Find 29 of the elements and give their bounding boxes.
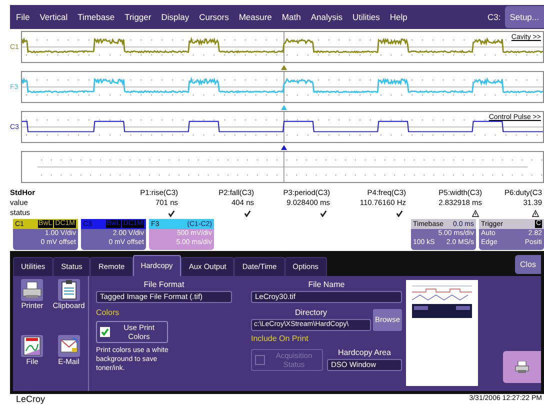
brand-text: LeCroy [16,394,46,404]
print-button[interactable] [503,351,541,383]
field-label: File Format [142,279,186,291]
section-heading: Colors [96,307,120,319]
image-file-icon [23,336,42,356]
channel-label: C3: [487,10,501,24]
close-button[interactable]: Clos [514,255,541,274]
menu-item[interactable]: Utilities [352,10,380,24]
field-label: Directory [294,307,328,319]
menu-item[interactable]: Trigger [124,10,152,24]
email-icon [58,336,79,354]
menu-item[interactable]: Timebase [78,10,115,24]
menu-item[interactable]: Display [161,10,190,24]
field-label: Hardcopy Area [337,347,392,359]
menu-item[interactable]: Help [390,10,408,24]
field-label: File Name [307,279,346,291]
menu-item[interactable]: File [16,10,30,24]
menu-item[interactable]: Cursors [199,10,229,24]
menu-item[interactable]: Vertical [40,10,68,24]
setup-button[interactable]: Setup... [504,6,544,28]
menu-item[interactable]: Math [282,10,301,24]
checkbox[interactable] [100,327,110,337]
menu-item[interactable]: Measure [238,10,272,24]
section-heading: Include On Print [251,333,310,345]
printer-icon [22,281,42,299]
checkmark-icon [101,328,109,336]
clipboard-icon [60,280,77,300]
printer-icon [515,361,529,373]
menu-item[interactable]: Analysis [310,10,342,24]
